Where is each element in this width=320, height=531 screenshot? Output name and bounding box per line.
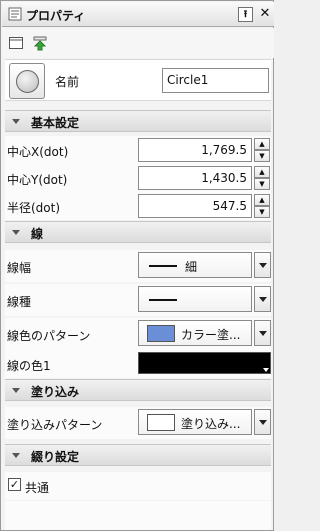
line-sample-icon — [149, 299, 177, 301]
row-center-x: 中心X(dot) 1,769.5 ▲ ▼ — [5, 136, 271, 164]
collapse-triangle-icon — [12, 119, 20, 124]
line-type-combo[interactable] — [138, 286, 252, 312]
line-color-pattern-value: カラー塗... — [181, 328, 241, 342]
shape-button[interactable] — [9, 63, 45, 99]
line-color-pattern-dropdown[interactable] — [254, 320, 271, 346]
row-center-y: 中心Y(dot) 1,430.5 ▲ ▼ — [5, 164, 271, 192]
properties-panel: プロパティ ⭱ ✕ 名前 Circle1 基本設定 中心X(dot) 1,769… — [0, 0, 274, 531]
center-y-spinner: ▲ ▼ — [254, 166, 270, 190]
row-fill-pattern: 塗り込みパターン 塗り込み... — [5, 407, 271, 439]
line-width-value: 細 — [185, 260, 198, 274]
pin-button[interactable]: ⭱ — [238, 7, 253, 22]
panel-title: プロパティ — [26, 9, 86, 23]
apply-arrow-icon[interactable] — [32, 35, 48, 51]
chevron-down-icon — [263, 368, 269, 372]
fill-pattern-value: 塗り込み... — [181, 417, 241, 431]
center-x-input[interactable]: 1,769.5 — [138, 138, 252, 162]
collapse-triangle-icon — [12, 388, 20, 393]
row-line-type: 線種 — [5, 284, 271, 316]
line-color-pattern-label: 線色のパターン — [7, 329, 91, 343]
spin-down-icon[interactable]: ▼ — [254, 178, 270, 190]
row-common: ✓ 共通 — [5, 472, 271, 500]
section-basic[interactable]: 基本設定 — [5, 110, 271, 132]
spin-down-icon[interactable]: ▼ — [254, 206, 270, 218]
common-label: 共通 — [25, 481, 50, 495]
spin-up-icon[interactable]: ▲ — [254, 166, 270, 178]
line-color1-label: 線の色1 — [7, 359, 51, 373]
line-width-dropdown[interactable] — [254, 252, 271, 278]
row-line-color-pattern: 線色のパターン カラー塗... — [5, 318, 271, 350]
line-type-label: 線種 — [7, 295, 32, 309]
chevron-down-icon — [259, 263, 267, 268]
line-sample-icon — [149, 265, 177, 267]
line-width-label: 線幅 — [7, 261, 32, 275]
radius-input[interactable]: 547.5 — [138, 194, 252, 218]
section-line-title: 線 — [31, 227, 44, 241]
circle-icon — [16, 70, 39, 93]
row-line-color1: 線の色1 — [5, 350, 271, 378]
section-tile-title: 綴り設定 — [31, 450, 80, 464]
properties-icon — [8, 7, 22, 21]
row-radius: 半径(dot) 547.5 ▲ ▼ — [5, 192, 271, 220]
line-width-combo[interactable]: 細 — [138, 252, 252, 278]
chevron-down-icon — [259, 420, 267, 425]
section-fill-title: 塗り込み — [31, 385, 80, 399]
toolbar — [2, 28, 274, 58]
center-x-spinner: ▲ ▼ — [254, 138, 270, 162]
section-tile[interactable]: 綴り設定 — [5, 444, 271, 466]
center-y-input[interactable]: 1,430.5 — [138, 166, 252, 190]
empty-area — [5, 501, 271, 530]
line-color1-picker[interactable] — [138, 352, 271, 374]
title-bar: プロパティ ⭱ ✕ — [2, 2, 274, 27]
name-label: 名前 — [55, 75, 80, 89]
spin-up-icon[interactable]: ▲ — [254, 138, 270, 150]
line-color-pattern-combo[interactable]: カラー塗... — [138, 320, 252, 346]
row-line-width: 線幅 細 — [5, 250, 271, 282]
color-swatch — [147, 325, 175, 342]
collapse-triangle-icon — [12, 453, 20, 458]
close-button[interactable]: ✕ — [258, 6, 272, 21]
line-type-dropdown[interactable] — [254, 286, 271, 312]
section-basic-title: 基本設定 — [31, 116, 80, 130]
chevron-down-icon — [259, 331, 267, 336]
object-header: 名前 Circle1 — [5, 59, 271, 101]
fill-pattern-label: 塗り込みパターン — [7, 418, 103, 432]
common-checkbox[interactable]: ✓ — [8, 478, 21, 491]
center-y-label: 中心Y(dot) — [7, 173, 68, 187]
pin-icon: ⭱ — [243, 9, 248, 20]
section-line[interactable]: 線 — [5, 221, 271, 243]
color-swatch — [147, 414, 175, 431]
spin-down-icon[interactable]: ▼ — [254, 150, 270, 162]
close-icon: ✕ — [259, 6, 271, 21]
check-icon: ✓ — [9, 478, 20, 491]
name-input[interactable]: Circle1 — [162, 68, 269, 93]
center-x-label: 中心X(dot) — [7, 145, 69, 159]
section-fill[interactable]: 塗り込み — [5, 379, 271, 401]
collapse-triangle-icon — [12, 230, 20, 235]
radius-label: 半径(dot) — [7, 201, 61, 215]
fill-pattern-dropdown[interactable] — [254, 409, 271, 435]
chevron-down-icon — [259, 297, 267, 302]
window-icon[interactable] — [8, 35, 24, 51]
spin-up-icon[interactable]: ▲ — [254, 194, 270, 206]
fill-pattern-combo[interactable]: 塗り込み... — [138, 409, 252, 435]
radius-spinner: ▲ ▼ — [254, 194, 270, 218]
